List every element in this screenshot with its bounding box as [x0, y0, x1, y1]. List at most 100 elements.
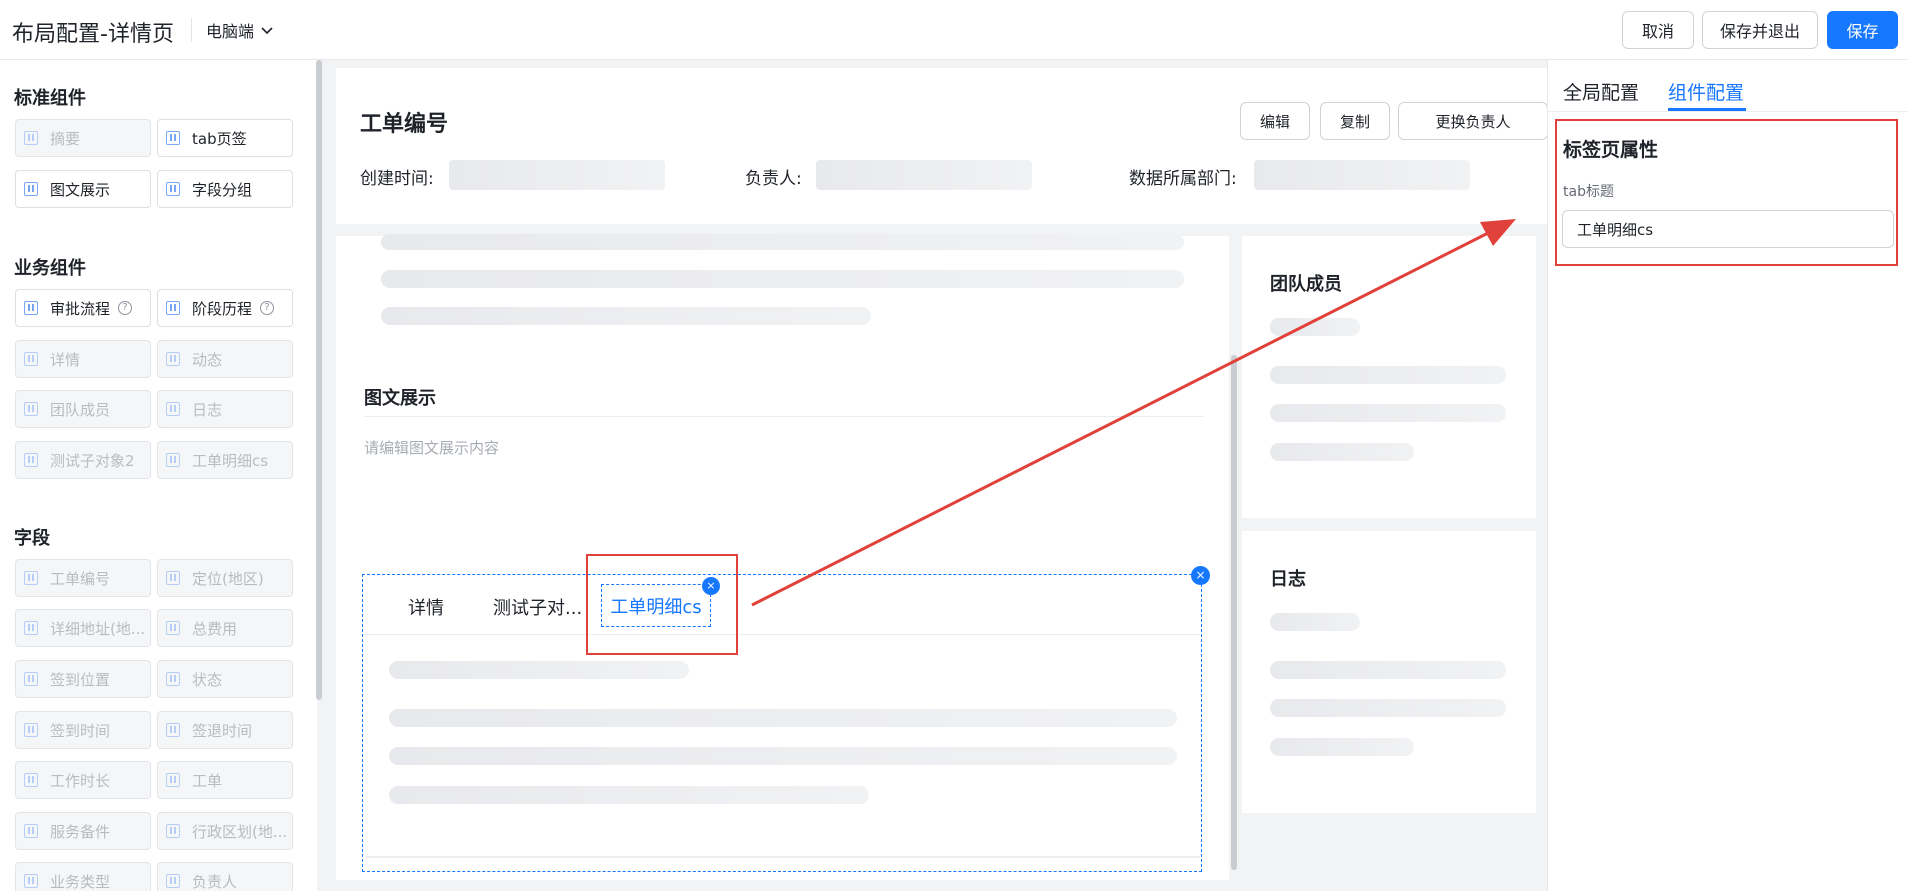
component-drag-icon [24, 672, 38, 686]
top-bar: 布局配置-详情页 电脑端 取消 保存并退出 保存 [0, 0, 1908, 60]
team-placeholder [1270, 318, 1360, 336]
section-divider [364, 416, 1204, 417]
component-drag-icon [24, 301, 38, 315]
device-select[interactable]: 电脑端 [206, 18, 274, 42]
page-title: 布局配置-详情页 [12, 22, 174, 47]
chip-field: 工单 [157, 761, 293, 799]
image-text-section-title: 图文展示 [364, 388, 436, 409]
save-and-exit-button[interactable]: 保存并退出 [1702, 11, 1818, 49]
chip-field: 状态 [157, 660, 293, 698]
team-placeholder [1270, 443, 1414, 461]
component-drag-icon [24, 182, 38, 196]
chip-field: 工作时长 [15, 761, 151, 799]
component-drag-icon [24, 402, 38, 416]
log-placeholder [1270, 699, 1506, 717]
component-drag-icon [24, 824, 38, 838]
component-drag-icon [166, 402, 180, 416]
log-card[interactable]: 日志 [1242, 531, 1536, 813]
chip-field-group[interactable]: 字段分组 [157, 170, 293, 208]
save-button[interactable]: 保存 [1827, 11, 1898, 49]
chip-field: 工单编号 [15, 559, 151, 597]
field-label-dept: 数据所属部门: [1129, 169, 1237, 189]
tab-content-placeholder [389, 747, 1177, 765]
component-drag-icon [166, 131, 180, 145]
component-drag-icon [24, 131, 38, 145]
tab-component-config[interactable]: 组件配置 [1668, 78, 1744, 105]
component-drag-icon [166, 571, 180, 585]
close-icon[interactable]: × [1191, 566, 1210, 585]
content-placeholder-bar [381, 234, 1184, 250]
chip-summary: 摘要 [15, 119, 151, 157]
team-placeholder [1270, 366, 1506, 384]
tab-content-placeholder [389, 709, 1177, 727]
chip-field: 签到时间 [15, 711, 151, 749]
chevron-down-icon [261, 27, 273, 35]
component-drag-icon [24, 874, 38, 888]
cancel-button[interactable]: 取消 [1622, 11, 1694, 49]
tab-test-subobject[interactable]: 测试子对... [493, 594, 582, 620]
header-title: 工单编号 [360, 112, 449, 137]
copy-button[interactable]: 复制 [1320, 102, 1390, 140]
component-drag-icon [24, 773, 38, 787]
section-title-standard: 标准组件 [14, 88, 86, 109]
help-circle-icon[interactable]: ? [118, 301, 133, 315]
content-placeholder-bar [381, 307, 871, 325]
title-divider [191, 18, 192, 42]
chip-team: 团队成员 [15, 390, 151, 428]
log-placeholder [1270, 661, 1506, 679]
component-drag-icon [166, 352, 180, 366]
value-placeholder [1254, 160, 1470, 190]
canvas-scrollbar[interactable] [1231, 355, 1237, 870]
edit-button[interactable]: 编辑 [1240, 102, 1310, 140]
annotation-box-tab [586, 554, 738, 655]
component-drag-icon [166, 301, 180, 315]
log-placeholder [1270, 738, 1414, 756]
chip-field: 总费用 [157, 609, 293, 647]
team-members-title: 团队成员 [1270, 274, 1342, 295]
component-drag-icon [166, 672, 180, 686]
chip-workorder-detail: 工单明细cs [157, 441, 293, 479]
tab-global-config[interactable]: 全局配置 [1563, 78, 1639, 105]
value-placeholder [816, 160, 1032, 190]
chip-field: 签到位置 [15, 660, 151, 698]
section-title-fields: 字段 [14, 528, 50, 549]
component-drag-icon [166, 874, 180, 888]
chip-field: 签退时间 [157, 711, 293, 749]
tab-content-bottom [366, 856, 1200, 858]
tab-detail[interactable]: 详情 [408, 594, 444, 620]
tab-content-placeholder [389, 786, 869, 804]
component-drag-icon [166, 723, 180, 737]
chip-field: 行政区划(地... [157, 812, 293, 850]
chip-image-text[interactable]: 图文展示 [15, 170, 151, 208]
help-circle-icon[interactable]: ? [260, 301, 275, 315]
component-drag-icon [24, 352, 38, 366]
config-tabs-divider [1548, 111, 1908, 112]
chip-tab[interactable]: tab页签 [157, 119, 293, 157]
chip-detail: 详情 [15, 340, 151, 378]
team-members-card[interactable]: 团队成员 [1242, 236, 1536, 518]
chip-field: 定位(地区) [157, 559, 293, 597]
tabs-divider [364, 634, 1200, 635]
chip-field: 业务类型 [15, 862, 151, 891]
chip-approval[interactable]: 审批流程? [15, 289, 151, 327]
detail-header-card[interactable]: 工单编号 编辑 复制 更换负责人 创建时间: 负责人: 数据所属部门: [336, 68, 1568, 224]
change-owner-button[interactable]: 更换负责人 [1398, 102, 1548, 140]
device-select-label: 电脑端 [206, 22, 255, 41]
image-text-placeholder[interactable]: 请编辑图文展示内容 [364, 437, 499, 458]
annotation-box-properties [1555, 119, 1898, 266]
component-drag-icon [24, 453, 38, 467]
team-placeholder [1270, 404, 1506, 422]
tab-content-placeholder [389, 661, 689, 679]
chip-field: 负责人 [157, 862, 293, 891]
field-label-owner: 负责人: [745, 169, 802, 189]
component-drag-icon [24, 571, 38, 585]
content-placeholder-bar [381, 270, 1184, 288]
log-title: 日志 [1270, 569, 1306, 590]
chip-stage-history[interactable]: 阶段历程? [157, 289, 293, 327]
chip-field: 详细地址(地... [15, 609, 151, 647]
field-label-created: 创建时间: [360, 169, 434, 189]
component-drag-icon [166, 773, 180, 787]
component-drag-icon [166, 453, 180, 467]
chip-test-subobject: 测试子对象2 [15, 441, 151, 479]
sidebar-scrollbar[interactable] [316, 60, 322, 700]
